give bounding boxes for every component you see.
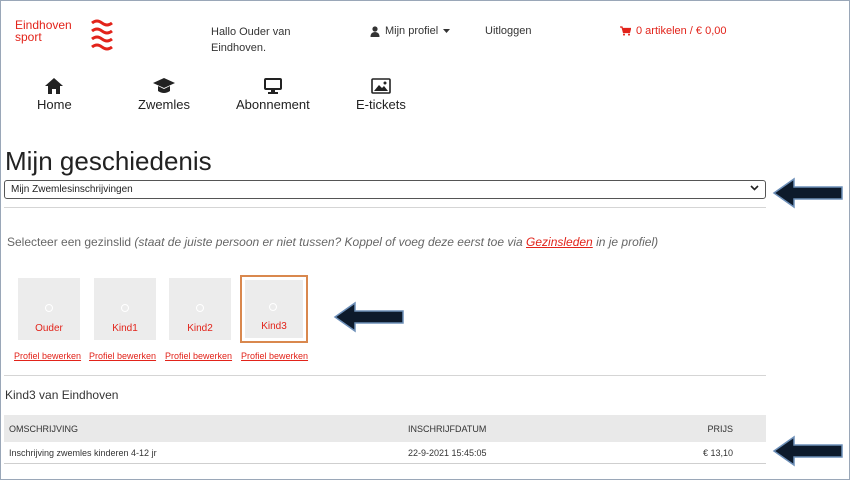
profile-menu-button[interactable]: Mijn profiel <box>370 25 451 37</box>
home-icon <box>45 78 64 94</box>
pointer-arrow-icon <box>333 301 404 333</box>
nav-abonnement[interactable]: Abonnement <box>236 78 310 112</box>
nav-zwemles[interactable]: Zwemles <box>138 78 190 112</box>
nav-home-label: Home <box>37 97 72 112</box>
caret-down-icon <box>443 28 451 33</box>
edit-profile-link-kind3[interactable]: Profiel bewerken <box>241 351 308 361</box>
member-name: Kind2 <box>187 323 213 334</box>
table-header: OMSCHRIJVING INSCHRIJFDATUM PRIJS <box>4 415 766 442</box>
cell-omschrijving: Inschrijving zwemles kinderen 4-12 jr <box>9 448 157 458</box>
nav-abonnement-label: Abonnement <box>236 97 310 112</box>
divider <box>4 375 766 376</box>
member-name: Ouder <box>35 323 63 334</box>
member-card-kind2[interactable]: Kind2 <box>169 278 231 340</box>
cell-prijs: € 13,10 <box>702 448 733 458</box>
member-name: Kind1 <box>112 323 138 334</box>
pointer-arrow-icon <box>772 435 843 467</box>
member-card-ouder[interactable]: Ouder <box>18 278 80 340</box>
member-name: Kind3 <box>261 321 287 332</box>
cart-link[interactable]: 0 artikelen / € 0,00 <box>620 25 727 37</box>
table-row[interactable]: Inschrijving zwemles kinderen 4-12 jr 22… <box>4 442 766 464</box>
instruction-text: Selecteer een gezinslid <box>7 235 132 249</box>
graduation-cap-icon <box>153 78 175 93</box>
avatar-placeholder-icon <box>45 304 53 312</box>
column-header-omschrijving: OMSCHRIJVING <box>9 424 79 434</box>
avatar-placeholder-icon <box>121 304 129 312</box>
logo-line-2: sport <box>15 30 42 44</box>
cart-icon <box>620 26 631 36</box>
nav-e-tickets[interactable]: E-tickets <box>356 78 406 112</box>
page-title: Mijn geschiedenis <box>5 146 212 176</box>
history-type-select[interactable]: Mijn Zwemlesinschrijvingen <box>4 180 766 199</box>
edit-profile-link-kind2[interactable]: Profiel bewerken <box>165 351 232 361</box>
logout-link[interactable]: Uitloggen <box>485 25 531 37</box>
column-header-inschrijfdatum: INSCHRIJFDATUM <box>408 424 487 434</box>
member-card-inner: Kind3 <box>245 280 303 338</box>
eindhoven-sport-logo[interactable]: Eindhoven sport <box>15 19 113 51</box>
instruction-hint-end: in je profiel) <box>596 235 659 249</box>
gezinsleden-link[interactable]: Gezinsleden <box>526 235 593 249</box>
monitor-icon <box>263 78 282 94</box>
greeting-text: Hallo Ouder van Eindhoven. <box>211 24 321 56</box>
member-card-kind1[interactable]: Kind1 <box>94 278 156 340</box>
greeting-line-1: Hallo Ouder van <box>211 26 291 38</box>
nav-e-tickets-label: E-tickets <box>356 97 406 112</box>
avatar-placeholder-icon <box>269 303 277 311</box>
selected-member-name: Kind3 van Eindhoven <box>5 388 119 402</box>
column-header-prijs: PRIJS <box>707 424 733 434</box>
nav-home[interactable]: Home <box>37 78 72 112</box>
cart-label: 0 artikelen / € 0,00 <box>636 25 727 37</box>
select-member-instruction: Selecteer een gezinslid (staat de juiste… <box>7 235 658 249</box>
cell-inschrijfdatum: 22-9-2021 15:45:05 <box>408 448 487 458</box>
wave-logo-icon <box>91 19 113 51</box>
instruction-hint: (staat de juiste persoon er niet tussen?… <box>134 235 523 249</box>
greeting-line-2: Eindhoven. <box>211 42 267 54</box>
logo-text: Eindhoven sport <box>15 19 72 43</box>
pointer-arrow-icon <box>772 177 843 209</box>
nav-zwemles-label: Zwemles <box>138 97 191 112</box>
history-select-value: Mijn Zwemlesinschrijvingen <box>11 184 133 195</box>
user-icon <box>370 25 380 37</box>
profile-label: Mijn profiel <box>385 25 439 37</box>
member-card-kind3[interactable]: Kind3 <box>240 275 308 343</box>
chevron-down-icon <box>750 185 759 191</box>
image-icon <box>371 78 391 94</box>
edit-profile-link-kind1[interactable]: Profiel bewerken <box>89 351 156 361</box>
edit-profile-link-ouder[interactable]: Profiel bewerken <box>14 351 81 361</box>
divider <box>4 207 766 208</box>
avatar-placeholder-icon <box>196 304 204 312</box>
